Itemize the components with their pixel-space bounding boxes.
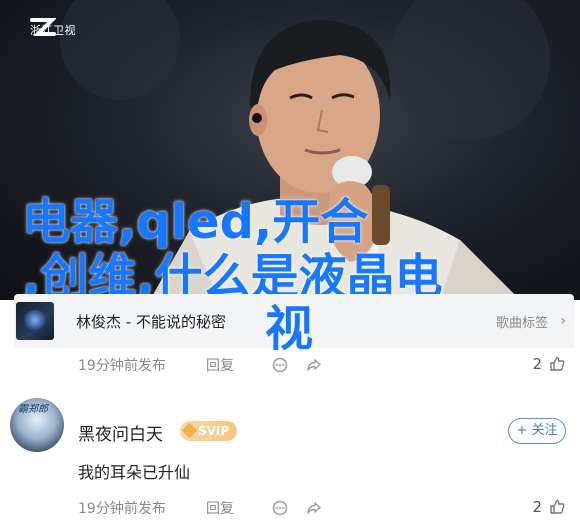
overlay-title-line2: ,创维,什么是液晶电 bbox=[22, 249, 443, 300]
share-icon[interactable] bbox=[304, 498, 324, 518]
follow-button[interactable]: + 关注 bbox=[508, 418, 566, 444]
zhejiang-tv-logo-icon bbox=[30, 18, 56, 36]
music-tag-label: 歌曲标签 bbox=[495, 315, 548, 331]
comment-meta: 19分钟前发布 回复 bbox=[78, 498, 324, 518]
thumbs-up-icon bbox=[550, 356, 565, 371]
comment-username[interactable]: 黑夜问白天 bbox=[78, 420, 163, 445]
comment-reply-button[interactable]: 回复 bbox=[206, 498, 270, 518]
more-icon[interactable] bbox=[270, 498, 290, 518]
post-page: 浙江卫视 电器,qled,开合 ,创维,什么是液晶电 林俊杰 - 不能说的秘密 … bbox=[0, 0, 580, 531]
diamond-icon bbox=[181, 422, 198, 439]
thumbs-up-icon bbox=[550, 499, 565, 514]
reply-button[interactable]: 回复 bbox=[206, 355, 270, 375]
overlay-title-line1: 电器,qled,开合 bbox=[22, 194, 369, 250]
comment-time: 19分钟前发布 bbox=[78, 501, 166, 517]
comment-like[interactable]: 2 bbox=[532, 498, 566, 516]
svip-badge: SVIP bbox=[180, 421, 238, 441]
post-meta: 19分钟前发布 回复 bbox=[78, 355, 324, 375]
video-frame[interactable]: 浙江卫视 电器,qled,开合 ,创维,什么是液晶电 bbox=[0, 0, 580, 300]
more-icon[interactable] bbox=[270, 355, 290, 375]
music-title: 林俊杰 - 不能说的秘密 bbox=[76, 312, 226, 331]
share-icon[interactable] bbox=[304, 355, 324, 375]
svip-badge-label: SVIP bbox=[198, 424, 230, 438]
album-cover bbox=[16, 302, 54, 340]
avatar[interactable]: 霸郑郎 bbox=[10, 398, 64, 452]
comment-like-count: 2 bbox=[532, 498, 542, 516]
channel-logo: 浙江卫视 bbox=[30, 14, 114, 46]
comment-content: 我的耳朵已升仙 bbox=[78, 463, 191, 482]
chevron-right-icon: › bbox=[560, 313, 566, 329]
avatar-text: 霸郑郎 bbox=[18, 404, 48, 415]
post-like-count: 2 bbox=[532, 355, 542, 373]
post-like[interactable]: 2 bbox=[532, 355, 566, 373]
post-time: 19分钟前发布 bbox=[78, 358, 166, 374]
overlay-title-line3: 视 bbox=[265, 301, 314, 357]
